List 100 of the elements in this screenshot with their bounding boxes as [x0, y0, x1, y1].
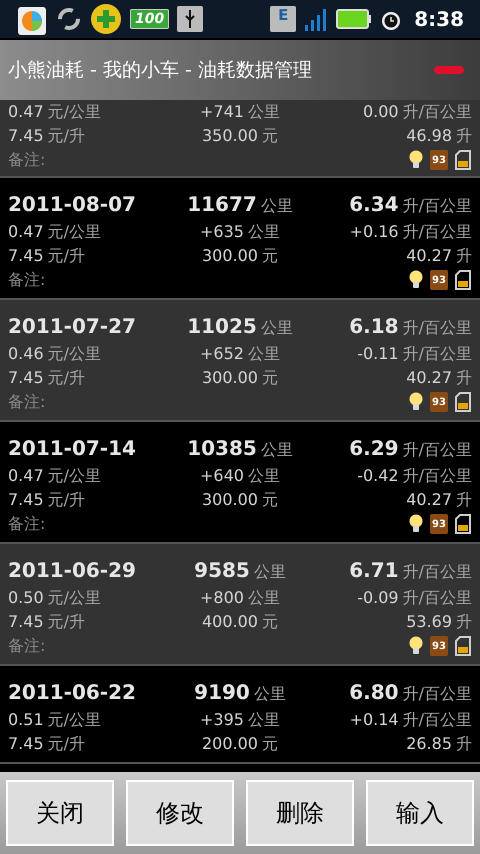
distance-value: +395 — [200, 709, 244, 731]
action-button[interactable]: 输入 — [366, 780, 474, 846]
odometer-value: 9190 — [194, 679, 250, 706]
fuel-tank-icon — [454, 150, 472, 170]
consumption-unit: 升/百公里 — [402, 683, 472, 705]
consumption-change-value: -0.42 — [357, 465, 399, 487]
consumption-value: 6.80 — [349, 679, 399, 706]
fuel-tank-icon — [454, 636, 472, 656]
volume-unit: 升 — [456, 611, 472, 633]
fuel-grade-badge: 93 — [430, 392, 448, 412]
fuel-price-unit: 元/升 — [48, 367, 86, 389]
amount-unit: 元 — [262, 367, 278, 389]
cost-per-km-unit: 元/公里 — [48, 709, 102, 731]
consumption-value: 6.71 — [349, 557, 399, 584]
distance-unit: 公里 — [248, 101, 280, 123]
amount-unit: 元 — [262, 489, 278, 511]
plus-icon — [90, 3, 122, 35]
distance-value: +741 — [200, 101, 244, 123]
amount-value: 300.00 — [202, 489, 258, 511]
cost-per-km-value: 0.47 — [8, 221, 44, 243]
consumption-change-value: +0.16 — [350, 221, 399, 243]
sync-icon — [56, 6, 82, 32]
volume-value: 40.27 — [406, 489, 452, 511]
distance-unit: 公里 — [248, 221, 280, 243]
fuel-grade-badge: 93 — [430, 270, 448, 290]
record-row[interactable]: 0.47 元/公里 +741 公里 0.00 升/百公里 7.45 元/升 350.00 元 46.98 升 备注: 93 — [0, 100, 480, 178]
fuel-price-value: 7.45 — [8, 489, 44, 511]
cost-per-km-unit: 元/公里 — [48, 465, 102, 487]
cost-per-km-unit: 元/公里 — [48, 101, 102, 123]
date: 2011-07-14 — [8, 435, 137, 462]
consumption-change-unit: 升/百公里 — [402, 221, 472, 243]
odometer-unit: 公里 — [260, 439, 293, 461]
amount-unit: 元 — [262, 125, 278, 147]
odometer-value: 11025 — [187, 313, 257, 340]
fuel-grade-badge: 93 — [430, 514, 448, 534]
amount-unit: 元 — [262, 245, 278, 267]
fuel-price-unit: 元/升 — [48, 489, 86, 511]
window-title: 小熊油耗 - 我的小车 - 油耗数据管理 — [8, 58, 312, 83]
fuel-price-unit: 元/升 — [48, 733, 86, 755]
cost-per-km-value: 0.50 — [8, 587, 44, 609]
fuel-tank-icon — [454, 270, 472, 290]
fuel-price-unit: 元/升 — [48, 125, 86, 147]
odometer-unit: 公里 — [260, 195, 293, 217]
odometer-value: 11677 — [187, 191, 257, 218]
cost-per-km-value: 0.46 — [8, 343, 44, 365]
volume-value: 40.27 — [406, 367, 452, 389]
distance-value: +652 — [200, 343, 244, 365]
action-button[interactable]: 关闭 — [6, 780, 114, 846]
fuel-tank-icon — [454, 392, 472, 412]
note-label: 备注: — [8, 391, 46, 413]
fuel-price-value: 7.45 — [8, 245, 44, 267]
distance-unit: 公里 — [248, 709, 280, 731]
record-row[interactable]: 2011-06-29 9585 公里 6.71 升/百公里 0.50 元/公里 +800 公里 -0.09 升/百公里 7.45 元/升 400.00 元 53.69 升 备注: 93 — [0, 544, 480, 666]
fuel-tank-icon — [454, 514, 472, 534]
amount-unit: 元 — [262, 733, 278, 755]
consumption-unit: 升/百公里 — [402, 317, 472, 339]
consumption-unit: 升/百公里 — [402, 195, 472, 217]
distance-unit: 公里 — [248, 465, 280, 487]
odometer-value: 9585 — [194, 557, 250, 584]
fuel-grade-badge: 93 — [430, 636, 448, 656]
minimize-icon — [434, 66, 464, 74]
distance-value: +640 — [200, 465, 244, 487]
date: 2011-07-27 — [8, 313, 137, 340]
cost-per-km-value: 0.51 — [8, 709, 44, 731]
network-badge: E — [270, 6, 296, 32]
usb-icon — [177, 6, 204, 32]
lightbulb-icon — [408, 270, 424, 290]
volume-unit: 升 — [456, 733, 472, 755]
action-button[interactable]: 修改 — [126, 780, 234, 846]
distance-value: +635 — [200, 221, 244, 243]
lightbulb-icon — [408, 636, 424, 656]
volume-unit: 升 — [456, 489, 472, 511]
date: 2011-08-07 — [8, 191, 137, 218]
record-row[interactable]: 2011-07-27 11025 公里 6.18 升/百公里 0.46 元/公里 +652 公里 -0.11 升/百公里 7.45 元/升 300.00 元 40.27 升 备注: 93 — [0, 300, 480, 422]
distance-value: +800 — [200, 587, 244, 609]
cost-per-km-value: 0.47 — [8, 101, 44, 123]
lightbulb-icon — [408, 150, 424, 170]
lightbulb-icon — [408, 514, 424, 534]
consumption-change-unit: 升/百公里 — [402, 343, 472, 365]
note-label: 备注: — [8, 635, 46, 657]
fuel-price-unit: 元/升 — [48, 611, 86, 633]
note-label: 备注: — [8, 513, 46, 535]
note-label: 备注: — [8, 149, 46, 171]
action-button[interactable]: 删除 — [246, 780, 354, 846]
consumption-change-value: +0.14 — [350, 709, 399, 731]
consumption-change-unit: 升/百公里 — [402, 465, 472, 487]
amount-value: 200.00 — [202, 733, 258, 755]
odometer-unit: 公里 — [254, 683, 286, 705]
cost-per-km-value: 0.47 — [8, 465, 44, 487]
volume-value: 46.98 — [406, 125, 452, 147]
consumption-value: 6.29 — [349, 435, 399, 462]
distance-unit: 公里 — [248, 343, 280, 365]
cost-per-km-unit: 元/公里 — [48, 221, 102, 243]
cost-per-km-unit: 元/公里 — [48, 343, 102, 365]
fuel-price-value: 7.45 — [8, 733, 44, 755]
battery-badge: 100 — [130, 9, 170, 29]
volume-unit: 升 — [456, 125, 472, 147]
fuel-price-value: 7.45 — [8, 611, 44, 633]
volume-value: 53.69 — [406, 611, 452, 633]
consumption-value: 6.34 — [349, 191, 399, 218]
